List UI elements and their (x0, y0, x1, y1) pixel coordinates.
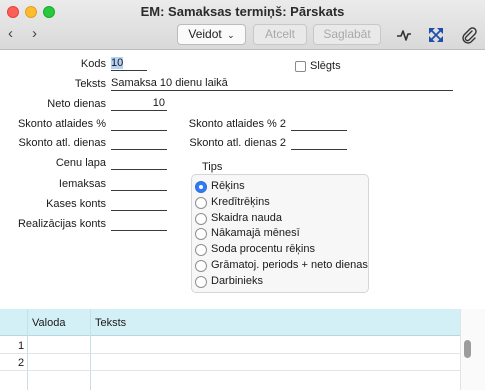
column-header-teksts[interactable]: Teksts (95, 317, 126, 329)
tips-label: Tips (202, 161, 223, 173)
radio-skaidra-nauda-label: Skaidra nauda (211, 212, 282, 224)
radio-nakamaja-menesi[interactable] (195, 228, 207, 240)
expand-arrows-icon[interactable] (427, 26, 445, 44)
skonto-pct-field[interactable] (111, 117, 167, 131)
realizacijas-konts-label: Realizācijas konts (17, 218, 106, 230)
radio-nakamaja-menesi-label: Nākamajā mēnesī (211, 227, 300, 239)
neto-dienas-field[interactable]: 10 (111, 97, 167, 111)
radio-rekins[interactable] (195, 181, 207, 193)
teksts-label: Teksts (74, 78, 106, 90)
window-title: EM: Samaksas termiņš: Pārskats (140, 4, 345, 19)
paperclip-icon[interactable] (460, 26, 478, 44)
radio-gramatoj-periods-label: Grāmatoj. periods + neto dienas (211, 259, 368, 271)
grid-header (0, 309, 460, 336)
kases-konts-field[interactable] (111, 197, 167, 211)
iemaksas-label: Iemaksas (58, 178, 106, 190)
skonto-days2-field[interactable] (291, 136, 347, 150)
save-button[interactable]: Saglabāt (313, 24, 381, 45)
radio-gramatoj-periods[interactable] (195, 260, 207, 272)
kods-label: Kods (80, 58, 106, 70)
radio-soda-procentu[interactable] (195, 244, 207, 256)
iemaksas-field[interactable] (111, 177, 167, 191)
grid-divider (90, 309, 91, 390)
forward-button[interactable]: › (32, 25, 37, 43)
slegts-label: Slēgts (310, 60, 341, 72)
skonto-days-label: Skonto atl. dienas (18, 137, 106, 149)
row-divider (0, 353, 460, 354)
window-titlebar: EM: Samaksas termiņš: Pārskats ‹ › Veido… (0, 0, 485, 50)
skonto-days2-label: Skonto atl. dienas 2 (189, 137, 286, 149)
operations-label: Veidot (188, 27, 222, 41)
radio-rekins-label: Rēķins (211, 180, 245, 192)
kods-value: 10 (111, 57, 124, 69)
language-text-grid: Valoda Teksts 1 2 (0, 309, 485, 390)
row-divider (0, 370, 460, 371)
radio-kreditrekins-label: Kredītrēķins (211, 196, 270, 208)
column-header-valoda[interactable]: Valoda (32, 317, 65, 329)
radio-darbinieks-label: Darbinieks (211, 275, 263, 287)
slegts-checkbox[interactable] (295, 61, 306, 72)
teksts-field[interactable]: Samaksa 10 dienu laikā (111, 77, 453, 91)
cenu-lapa-label: Cenu lapa (55, 157, 106, 169)
skonto-pct2-field[interactable] (291, 117, 347, 131)
row-number[interactable]: 2 (18, 357, 24, 369)
cenu-lapa-field[interactable] (111, 156, 167, 170)
scrollbar-thumb[interactable] (464, 340, 471, 358)
radio-darbinieks[interactable] (195, 276, 207, 288)
activity-pulse-icon[interactable] (395, 26, 413, 44)
kods-field[interactable]: 10 (111, 57, 147, 71)
radio-kreditrekins[interactable] (195, 197, 207, 209)
kases-konts-label: Kases konts (46, 198, 106, 210)
cancel-button[interactable]: Atcelt (253, 24, 307, 45)
back-button[interactable]: ‹ (8, 25, 13, 43)
realizacijas-konts-field[interactable] (111, 217, 167, 231)
neto-dienas-label: Neto dienas (47, 98, 106, 110)
radio-skaidra-nauda[interactable] (195, 213, 207, 225)
operations-menu-button[interactable]: Veidot ⌄ (177, 24, 246, 45)
row-number[interactable]: 1 (18, 340, 24, 352)
chevron-down-icon: ⌄ (227, 30, 235, 40)
skonto-pct-label: Skonto atlaides % (17, 118, 106, 130)
grid-divider (27, 309, 28, 390)
radio-soda-procentu-label: Soda procentu rēķins (211, 243, 315, 255)
skonto-pct2-label: Skonto atlaides % 2 (188, 118, 286, 130)
skonto-days-field[interactable] (111, 136, 167, 150)
